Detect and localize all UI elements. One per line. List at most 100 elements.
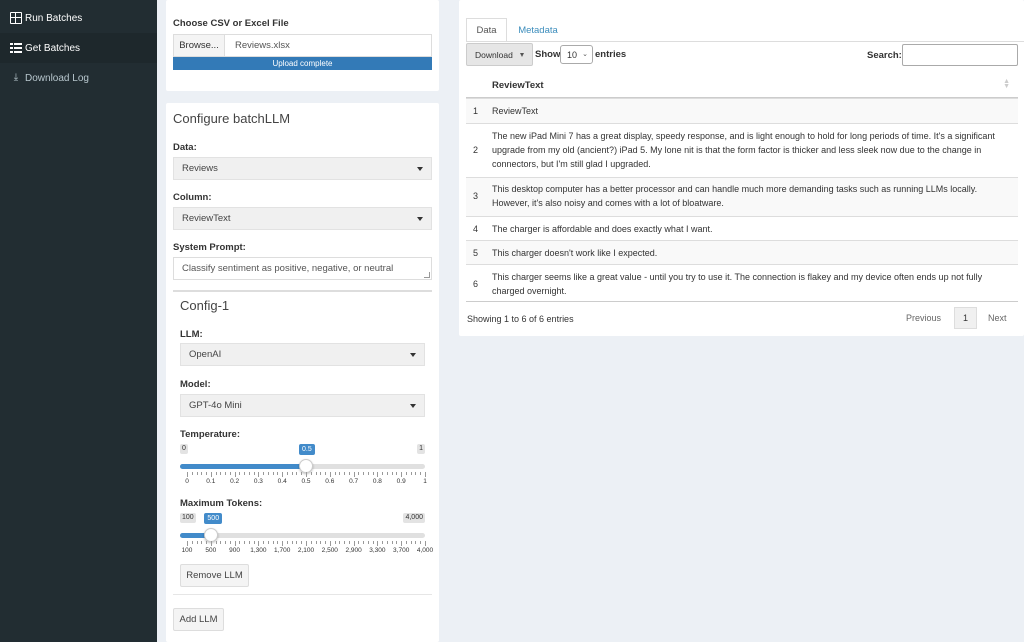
slider-tick — [234, 472, 236, 477]
slider-tick-label: 900 — [229, 547, 241, 554]
table-row[interactable]: 4 The charger is affordable and does exa… — [466, 216, 1018, 240]
slider-handle[interactable] — [204, 528, 219, 542]
slider-handle[interactable] — [299, 459, 313, 473]
slider-tick — [377, 472, 379, 477]
system-prompt-input[interactable]: Classify sentiment as positive, negative… — [173, 257, 432, 280]
config-panel: Configure batchLLM Data: Reviews Column:… — [166, 103, 439, 642]
upload-progress-bar: Upload complete — [173, 57, 432, 70]
slider-minor-tick — [396, 472, 398, 475]
file-input[interactable]: Browse... Reviews.xlsx — [173, 34, 432, 57]
slider-tick — [258, 472, 260, 477]
slider-minor-tick — [244, 472, 246, 475]
tab-metadata[interactable]: Metadata — [511, 18, 565, 42]
slider-tick-label: 2,500 — [321, 547, 338, 554]
sidebar-item-label: Run Batches — [25, 12, 83, 24]
slider-tick — [210, 472, 212, 477]
slider-tick-label: 1,300 — [250, 547, 267, 554]
table-icon — [10, 12, 22, 24]
slider-minor-tick — [215, 472, 217, 475]
slider-tick-label: 3,700 — [393, 547, 410, 554]
slider-tick-label: 0.8 — [372, 478, 382, 485]
row-number: 5 — [473, 248, 479, 258]
slider-minor-tick — [206, 472, 208, 475]
next-page-button[interactable]: Next — [988, 313, 1007, 323]
table-row[interactable]: 2 The new iPad Mini 7 has a great displa… — [466, 123, 1018, 177]
slider-minor-tick — [363, 472, 365, 475]
slider-minor-tick — [405, 472, 407, 475]
slider-fill — [180, 464, 306, 469]
slider-minor-tick — [220, 541, 222, 544]
table-row[interactable]: 3 This desktop computer has a better pro… — [466, 177, 1018, 216]
slider-min: 0 — [180, 444, 188, 454]
sidebar-item-label: Get Batches — [25, 42, 81, 54]
sidebar-item-get-batches[interactable]: Get Batches — [0, 33, 157, 63]
column-label: Column: — [173, 192, 212, 203]
browse-button[interactable]: Browse... — [174, 35, 225, 56]
slider-minor-tick — [196, 472, 198, 475]
sort-icon[interactable]: ▲ ▼ — [1003, 78, 1010, 90]
slider-minor-tick — [248, 472, 250, 475]
slider-minor-tick — [344, 541, 346, 544]
llm-select-value: OpenAI — [189, 349, 222, 360]
slider-tick — [282, 541, 284, 546]
slider-minor-tick — [386, 472, 388, 475]
column-header-reviewtext[interactable]: ReviewText — [492, 80, 544, 91]
search-input[interactable] — [902, 44, 1018, 66]
slider-minor-tick — [272, 472, 274, 475]
row-number: 6 — [473, 279, 479, 289]
slider-minor-tick — [358, 541, 360, 544]
column-select[interactable]: ReviewText — [173, 207, 432, 230]
slider-tick-label: 0.7 — [349, 478, 359, 485]
table-row[interactable]: 1 ReviewText — [466, 98, 1018, 123]
table-header: ReviewText ▲ ▼ — [466, 72, 1018, 98]
slider-tick — [306, 472, 307, 477]
model-select[interactable]: GPT-4o Mini — [180, 394, 425, 417]
max-tokens-slider[interactable]: 100 4,000 500 100 500 900 1,300 1,700 2,100 2,… — [180, 513, 433, 555]
entries-label: entries — [595, 49, 627, 60]
slider-tick — [329, 541, 331, 546]
slider-value: 0.5 — [299, 444, 315, 455]
row-number: 1 — [473, 106, 479, 116]
slider-minor-tick — [367, 472, 369, 475]
slider-tick — [353, 541, 355, 546]
table-row[interactable]: 5 This charger doesn't work like I expec… — [466, 240, 1018, 264]
column-select-value: ReviewText — [182, 213, 231, 224]
slider-tick — [258, 541, 260, 546]
slider-minor-tick — [291, 472, 293, 475]
slider-minor-tick — [301, 472, 303, 475]
config-title: Configure batchLLM — [173, 111, 291, 126]
resize-handle-icon[interactable] — [424, 272, 430, 278]
slider-minor-tick — [348, 541, 350, 544]
slider-tick — [425, 472, 426, 477]
model-select-value: GPT-4o Mini — [189, 400, 242, 411]
slider-minor-tick — [420, 541, 422, 544]
sidebar-item-run-batches[interactable]: Run Batches — [0, 3, 157, 33]
slider-minor-tick — [320, 541, 322, 544]
sidebar-item-download-log[interactable]: ⤓ Download Log — [0, 63, 157, 93]
tab-data[interactable]: Data — [466, 18, 507, 42]
llm-select[interactable]: OpenAI — [180, 343, 425, 366]
slider-minor-tick — [229, 472, 231, 475]
slider-minor-tick — [286, 541, 288, 544]
slider-tick — [425, 541, 426, 546]
upload-panel: Choose CSV or Excel File Browse... Revie… — [166, 0, 439, 91]
file-input-label: Choose CSV or Excel File — [173, 18, 289, 29]
slider-minor-tick — [286, 472, 288, 475]
data-select[interactable]: Reviews — [173, 157, 432, 180]
temperature-slider[interactable]: 0 1 0.5 0 0.1 0.2 0.3 0.4 0.5 0.6 0.7 0.8 0.9 1 — [180, 444, 427, 486]
remove-llm-button[interactable]: Remove LLM — [180, 564, 249, 587]
row-number: 4 — [473, 224, 479, 234]
add-llm-button[interactable]: Add LLM — [173, 608, 224, 631]
slider-minor-tick — [201, 541, 203, 544]
previous-page-button[interactable]: Previous — [906, 313, 941, 323]
slider-tick — [401, 472, 403, 477]
download-button[interactable]: Download — [466, 43, 533, 66]
caret-down-icon — [410, 404, 416, 408]
slider-minor-tick — [248, 541, 250, 544]
entries-select[interactable]: 10 ⌄ — [560, 45, 593, 64]
slider-minor-tick — [296, 472, 298, 475]
slider-minor-tick — [320, 472, 322, 475]
table-row[interactable]: 6 This charger seems like a great value … — [466, 264, 1018, 302]
page-1-button[interactable]: 1 — [954, 307, 977, 329]
row-number: 3 — [473, 191, 479, 201]
